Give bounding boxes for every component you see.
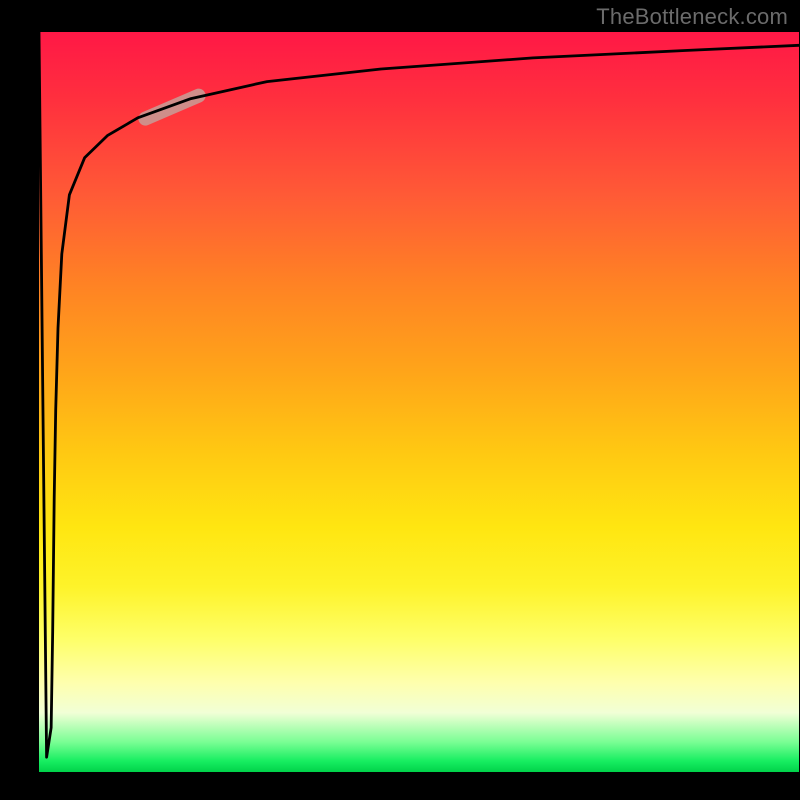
chart-overlay xyxy=(0,0,800,800)
main-curve xyxy=(39,32,799,757)
chart-frame: TheBottleneck.com xyxy=(0,0,800,800)
curve-group xyxy=(39,32,799,757)
watermark: TheBottleneck.com xyxy=(596,4,788,30)
